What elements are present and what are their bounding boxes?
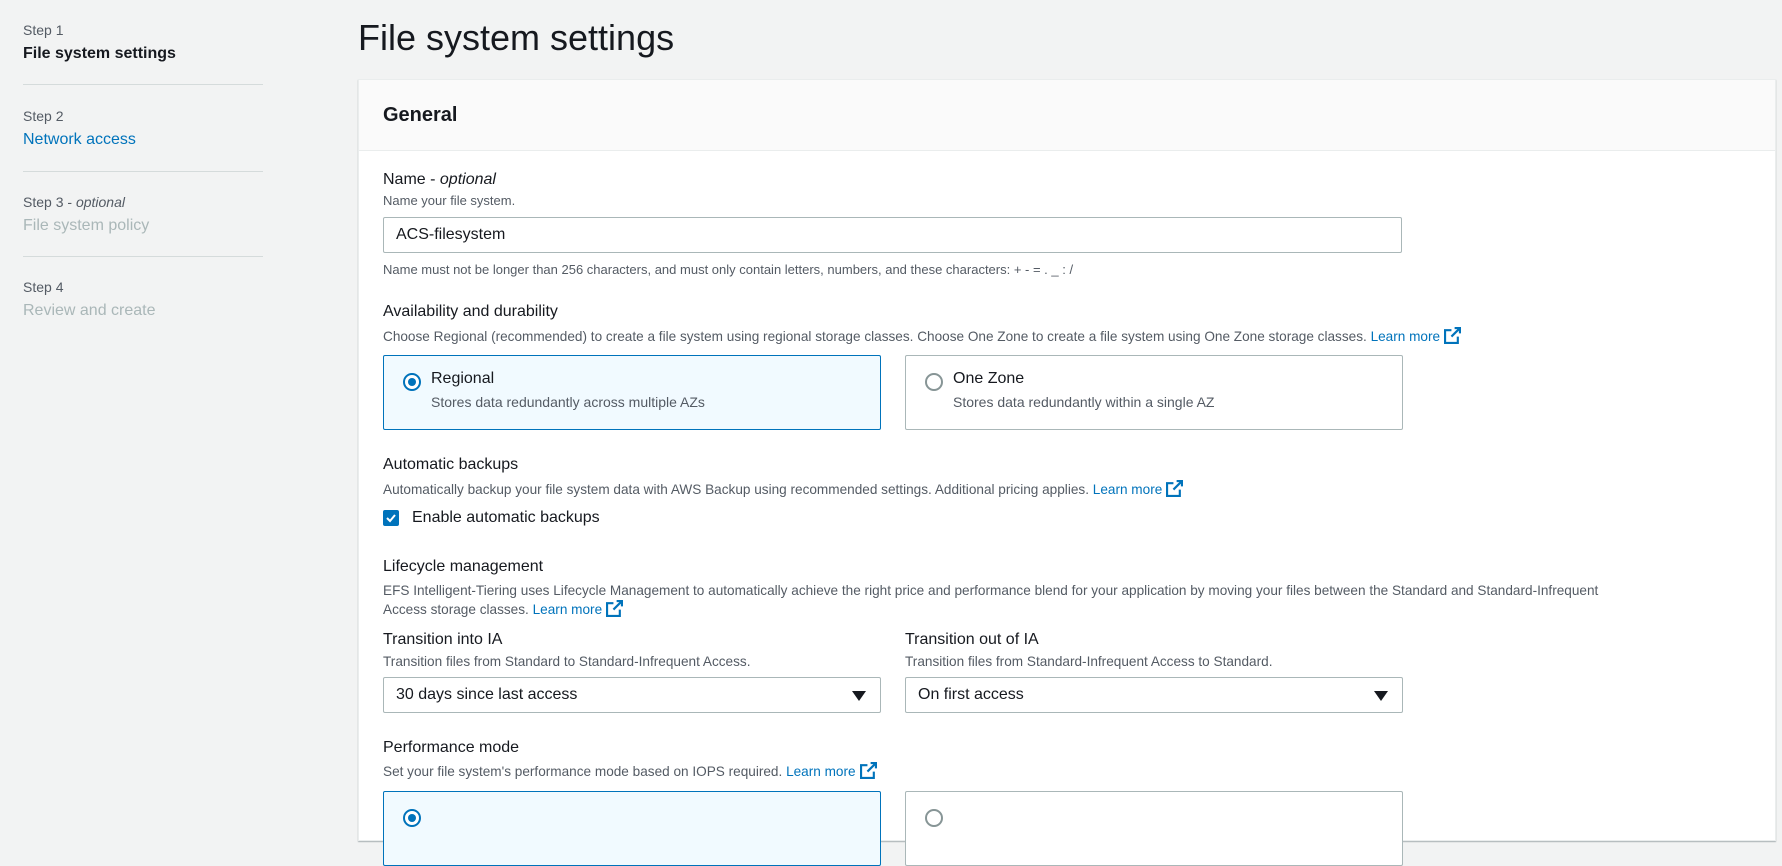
general-panel: General Name - optional Name your file s… [358, 79, 1776, 866]
external-link-icon [606, 600, 624, 617]
backups-checkbox-row[interactable]: Enable automatic backups [383, 508, 600, 528]
external-link-icon [859, 762, 877, 779]
step-number: Step 4 [23, 279, 64, 295]
name-label-text: Name [383, 171, 426, 188]
performance-mode-description: Set your file system's performance mode … [383, 762, 877, 781]
one-zone-option-title: One Zone [953, 370, 1025, 387]
learn-more-text: Learn more [1370, 329, 1441, 344]
step-number: Step 3 - optional [23, 194, 125, 210]
transition-out-of-ia-description: Transition files from Standard-Infrequen… [905, 654, 1273, 669]
step-title: File system policy [23, 217, 150, 234]
transition-into-ia-description: Transition files from Standard to Standa… [383, 654, 751, 669]
availability-description: Choose Regional (recommended) to create … [383, 327, 1462, 346]
checkmark-icon [386, 514, 396, 523]
general-purpose-radio[interactable] [403, 809, 421, 827]
backups-description-text: Automatically backup your file system da… [383, 482, 1089, 497]
performance-mode-label: Performance mode [383, 739, 520, 756]
learn-more-text: Learn more [1092, 482, 1163, 497]
lifecycle-description-line1: EFS Intelligent-Tiering uses Lifecycle M… [383, 583, 1599, 598]
panel-title: General [383, 104, 458, 126]
regional-option-title: Regional [431, 370, 495, 387]
step-title: File system settings [23, 45, 176, 62]
learn-more-text: Learn more [532, 602, 603, 617]
step-number: Step 1 [23, 22, 64, 38]
availability-label: Availability and durability [383, 303, 558, 320]
step-number: Step 2 [23, 108, 64, 124]
regional-option-tile[interactable]: Regional Stores data redundantly across … [383, 355, 881, 430]
step-number-text: Step 3 [23, 194, 64, 210]
performance-mode-description-text: Set your file system's performance mode … [383, 764, 783, 779]
enable-backups-label[interactable]: Enable automatic backups [412, 508, 600, 528]
general-purpose-option-tile[interactable] [383, 791, 881, 866]
lifecycle-description-line2-row: Access storage classes. Learn more [383, 600, 1763, 619]
step-title: Review and create [23, 302, 156, 319]
backups-learn-more-link[interactable]: Learn more [1092, 480, 1184, 497]
name-description: Name your file system. [383, 193, 516, 208]
transition-into-ia-value: 30 days since last access [396, 686, 578, 703]
regional-option-description: Stores data redundantly across multiple … [431, 394, 705, 410]
step-optional-tag: optional [75, 194, 125, 210]
step-divider [23, 84, 263, 85]
caret-down-icon [852, 691, 866, 701]
lifecycle-description-line2: Access storage classes. [383, 602, 529, 617]
lifecycle-description: EFS Intelligent-Tiering uses Lifecycle M… [383, 581, 1763, 619]
page-title: File system settings [358, 17, 675, 58]
performance-learn-more-link[interactable]: Learn more [786, 762, 877, 779]
name-label: Name - optional [383, 171, 496, 188]
max-io-radio[interactable] [925, 809, 943, 827]
one-zone-radio[interactable] [925, 373, 943, 391]
name-constraint-text: Name must not be longer than 256 charact… [383, 262, 1074, 277]
step-2[interactable]: Step 2 Network access [23, 107, 136, 151]
availability-learn-more-link[interactable]: Learn more [1370, 327, 1462, 344]
external-link-icon [1166, 480, 1184, 497]
transition-out-of-ia-select[interactable]: On first access [905, 677, 1403, 713]
caret-down-icon [1374, 691, 1388, 701]
regional-radio[interactable] [403, 373, 421, 391]
learn-more-text: Learn more [786, 764, 856, 779]
transition-into-ia-select[interactable]: 30 days since last access [383, 677, 881, 713]
transition-into-ia-label: Transition into IA [383, 631, 503, 648]
availability-description-text: Choose Regional (recommended) to create … [383, 329, 1367, 344]
lifecycle-learn-more-link[interactable]: Learn more [532, 600, 624, 617]
name-input[interactable] [383, 217, 1402, 253]
max-io-option-tile[interactable] [905, 791, 1403, 866]
step-3: Step 3 - optional File system policy [23, 193, 149, 237]
optional-tag: optional [439, 171, 496, 188]
enable-backups-checkbox[interactable] [383, 510, 399, 526]
step-divider [23, 171, 263, 172]
lifecycle-label: Lifecycle management [383, 558, 544, 575]
step-4: Step 4 Review and create [23, 278, 156, 322]
step-link-network-access[interactable]: Network access [23, 129, 136, 151]
backups-description: Automatically backup your file system da… [383, 480, 1184, 499]
transition-out-of-ia-value: On first access [918, 686, 1024, 703]
one-zone-option-description: Stores data redundantly within a single … [953, 394, 1215, 410]
backups-label: Automatic backups [383, 456, 519, 473]
panel-header: General [359, 80, 1775, 151]
step-1: Step 1 File system settings [23, 21, 176, 65]
step-divider [23, 256, 263, 257]
one-zone-option-tile[interactable]: One Zone Stores data redundantly within … [905, 355, 1403, 430]
external-link-icon [1444, 327, 1462, 344]
transition-out-of-ia-label: Transition out of IA [905, 631, 1039, 648]
